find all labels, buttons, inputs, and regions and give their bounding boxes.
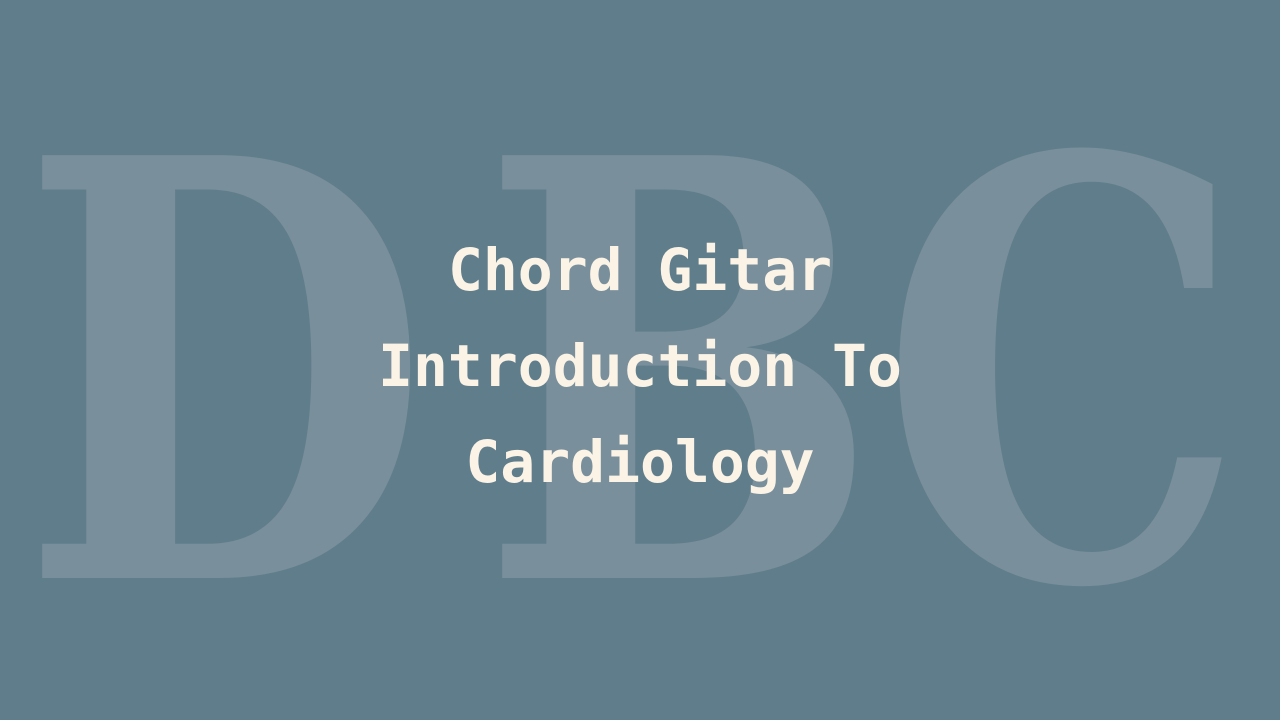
title-line-1: Chord Gitar <box>447 236 833 304</box>
title-card: D B C Chord Gitar Introduction To Cardio… <box>0 0 1280 720</box>
title-line-2: Introduction To <box>378 332 902 400</box>
title-line-3: Cardiology <box>465 428 815 496</box>
page-title: Chord Gitar Introduction To Cardiology <box>0 222 1280 510</box>
